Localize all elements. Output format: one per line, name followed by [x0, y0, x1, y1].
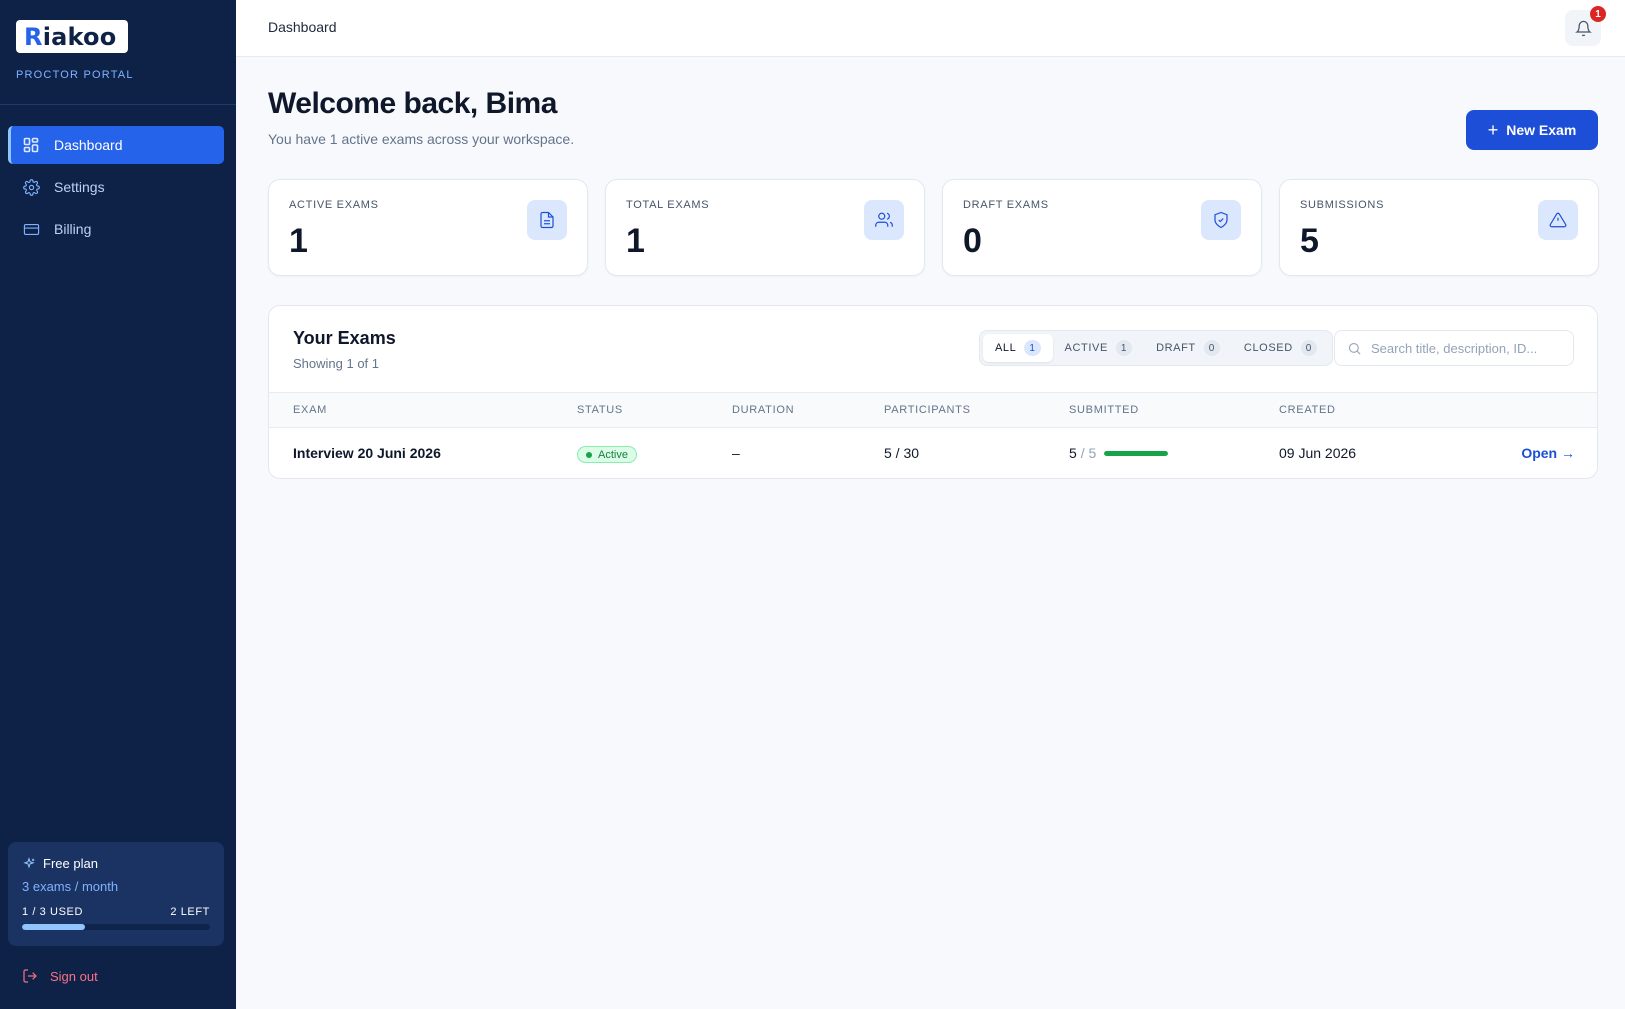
topbar: Dashboard 1 [236, 0, 1625, 57]
logo[interactable]: Riakoo [16, 20, 128, 53]
plan-usage-fill [22, 924, 85, 930]
stat-label: ACTIVE EXAMS [289, 199, 379, 211]
exams-card: Your Exams Showing 1 of 1 ALL 1 ACTIVE 1… [268, 305, 1598, 479]
sidebar-item-label: Dashboard [54, 137, 123, 153]
stat-card-submissions: SUBMISSIONS 5 [1279, 179, 1599, 276]
status-filter-tabs: ALL 1 ACTIVE 1 DRAFT 0 CLOSED 0 [979, 330, 1333, 366]
breadcrumb: Dashboard [268, 19, 337, 35]
filter-tab-all[interactable]: ALL 1 [983, 334, 1053, 362]
filter-count: 0 [1300, 340, 1317, 356]
plan-quota: 3 exams / month [22, 879, 119, 894]
notification-badge: 1 [1590, 6, 1606, 22]
plan-used: 1 / 3 USED [22, 906, 84, 918]
sidebar-nav: Dashboard Settings Billing [8, 126, 224, 252]
stat-label: DRAFT EXAMS [963, 199, 1049, 211]
status-badge: Active [577, 446, 637, 463]
column-header-created[interactable]: CREATED [1279, 404, 1336, 416]
status-label: Active [598, 448, 628, 461]
filter-tab-draft[interactable]: DRAFT 0 [1144, 334, 1232, 362]
column-header-exam[interactable]: EXAM [293, 404, 327, 416]
plan-card: Free plan 3 exams / month 1 / 3 USED 2 L… [8, 842, 224, 946]
sign-out-button[interactable]: Sign out [22, 968, 98, 984]
sidebar-item-label: Billing [54, 221, 92, 237]
gear-icon [22, 178, 40, 196]
exam-submitted: 5 / 5 [1069, 445, 1169, 461]
sign-out-label: Sign out [50, 968, 98, 984]
column-header-status[interactable]: STATUS [577, 404, 623, 416]
filter-label: ACTIVE [1064, 342, 1108, 354]
open-exam-link[interactable]: Open → [1521, 445, 1575, 461]
stat-card-total-exams: TOTAL EXAMS 1 [605, 179, 925, 276]
sparkle-icon [23, 856, 35, 869]
page-subtitle: You have 1 active exams across your work… [268, 131, 575, 147]
plan-name: Free plan [43, 856, 98, 871]
filter-label: DRAFT [1156, 342, 1196, 354]
sidebar-divider [0, 104, 236, 105]
grid-icon [22, 136, 40, 154]
search-icon [1348, 342, 1361, 355]
sidebar-item-billing[interactable]: Billing [8, 210, 224, 248]
new-exam-label: New Exam [1506, 122, 1577, 138]
page-title: Welcome back, Bima [268, 87, 557, 120]
submitted-total: / 5 [1080, 445, 1097, 461]
shield-check-icon [1201, 200, 1241, 240]
stat-value: 0 [963, 222, 982, 260]
filter-tab-active[interactable]: ACTIVE 1 [1053, 334, 1145, 362]
sidebar-item-settings[interactable]: Settings [8, 168, 224, 206]
submitted-progress-bar [1104, 450, 1169, 456]
exams-showing: Showing 1 of 1 [293, 356, 380, 371]
plan-left: 2 LEFT [170, 906, 210, 918]
plus-icon: + [1487, 119, 1499, 140]
filter-count: 0 [1203, 340, 1220, 356]
filter-label: CLOSED [1243, 342, 1293, 354]
portal-label: PROCTOR PORTAL [16, 69, 134, 81]
logo-rest: iakoo [42, 22, 117, 51]
bell-icon [1574, 20, 1592, 36]
column-header-participants[interactable]: PARTICIPANTS [884, 404, 971, 416]
sidebar-item-label: Settings [54, 179, 105, 195]
filter-count: 1 [1115, 340, 1133, 356]
exam-name[interactable]: Interview 20 Juni 2026 [293, 445, 441, 461]
exams-title: Your Exams [293, 328, 396, 348]
logo-initial: R [24, 22, 43, 51]
new-exam-button[interactable]: + New Exam [1466, 110, 1598, 150]
document-icon [527, 200, 567, 240]
table-header: EXAM STATUS DURATION PARTICIPANTS SUBMIT… [269, 392, 1597, 428]
column-header-submitted[interactable]: SUBMITTED [1069, 404, 1139, 416]
plan-usage-bar [22, 924, 210, 930]
search-input[interactable] [1371, 340, 1561, 356]
alert-triangle-icon [1538, 200, 1578, 240]
stat-value: 1 [626, 222, 645, 260]
stat-card-active-exams: ACTIVE EXAMS 1 [268, 179, 588, 276]
status-dot [586, 451, 592, 458]
submitted-progress-fill [1104, 450, 1169, 456]
exam-duration: – [732, 445, 740, 461]
stat-value: 5 [1300, 222, 1319, 260]
sidebar: Riakoo PROCTOR PORTAL Dashboard Settings… [0, 0, 236, 1009]
sidebar-item-dashboard[interactable]: Dashboard [8, 126, 224, 164]
column-header-duration[interactable]: DURATION [732, 404, 794, 416]
exam-created: 09 Jun 2026 [1279, 445, 1357, 461]
credit-card-icon [22, 220, 40, 238]
stat-label: TOTAL EXAMS [626, 199, 710, 211]
notifications-button[interactable]: 1 [1565, 6, 1606, 46]
filter-tab-closed[interactable]: CLOSED 0 [1232, 334, 1329, 362]
users-icon [864, 200, 904, 240]
logout-icon [23, 969, 37, 983]
stat-label: SUBMISSIONS [1300, 199, 1385, 211]
filter-count: 1 [1024, 340, 1041, 356]
filter-label: ALL [995, 342, 1017, 354]
submitted-count: 5 [1069, 445, 1077, 461]
stat-card-draft-exams: DRAFT EXAMS 0 [942, 179, 1262, 276]
stat-value: 1 [289, 222, 308, 260]
exam-participants: 5 / 30 [884, 445, 920, 461]
search-box [1334, 330, 1574, 366]
table-row[interactable]: Interview 20 Juni 2026 Active – 5 / 30 5… [269, 428, 1597, 478]
